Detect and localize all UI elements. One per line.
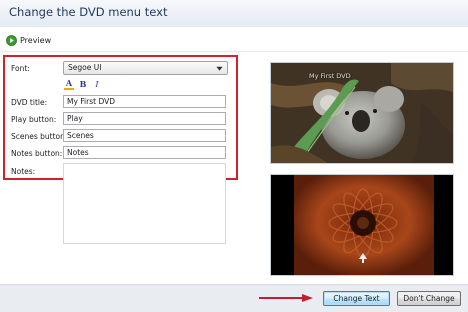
format-toolbar: A B I [64,78,102,90]
scene-preview-thumbnail [270,174,454,276]
flower-photo [271,175,453,275]
window-title: Change the DVD menu text [9,5,168,19]
menu-preview-thumbnail: My First DVD [270,62,454,164]
chevron-down-icon [216,66,223,71]
dvd-title-input[interactable] [63,95,226,108]
font-color-button[interactable]: A [64,78,74,90]
scenes-button-input[interactable] [63,129,226,142]
dont-change-button[interactable]: Don't Change [397,291,461,306]
dvd-title-label: DVD title: [11,98,48,107]
window-header: Change the DVD menu text [0,0,468,27]
koala-photo [271,63,453,163]
preview-button[interactable]: Preview [6,33,51,47]
preview-menu-title: My First DVD [309,72,351,80]
font-label: Font: [11,64,30,73]
italic-button[interactable]: I [92,79,102,90]
toolbar: Preview [0,31,468,52]
font-select-value: Segoe UI [68,63,102,72]
annotation-arrow-icon [259,294,313,302]
font-select[interactable]: Segoe UI [63,61,228,75]
notes-label: Notes: [11,167,36,176]
preview-label: Preview [20,35,52,45]
notes-textarea[interactable] [63,163,226,244]
notes-button-input[interactable] [63,146,226,159]
bold-button[interactable]: B [78,79,88,90]
change-text-button[interactable]: Change Text [323,291,390,306]
play-button-label: Play button: [11,115,57,124]
notes-button-label: Notes button: [11,149,63,158]
play-circle-icon [6,34,17,46]
play-button-input[interactable] [63,112,226,125]
scenes-button-label: Scenes button: [11,132,68,141]
